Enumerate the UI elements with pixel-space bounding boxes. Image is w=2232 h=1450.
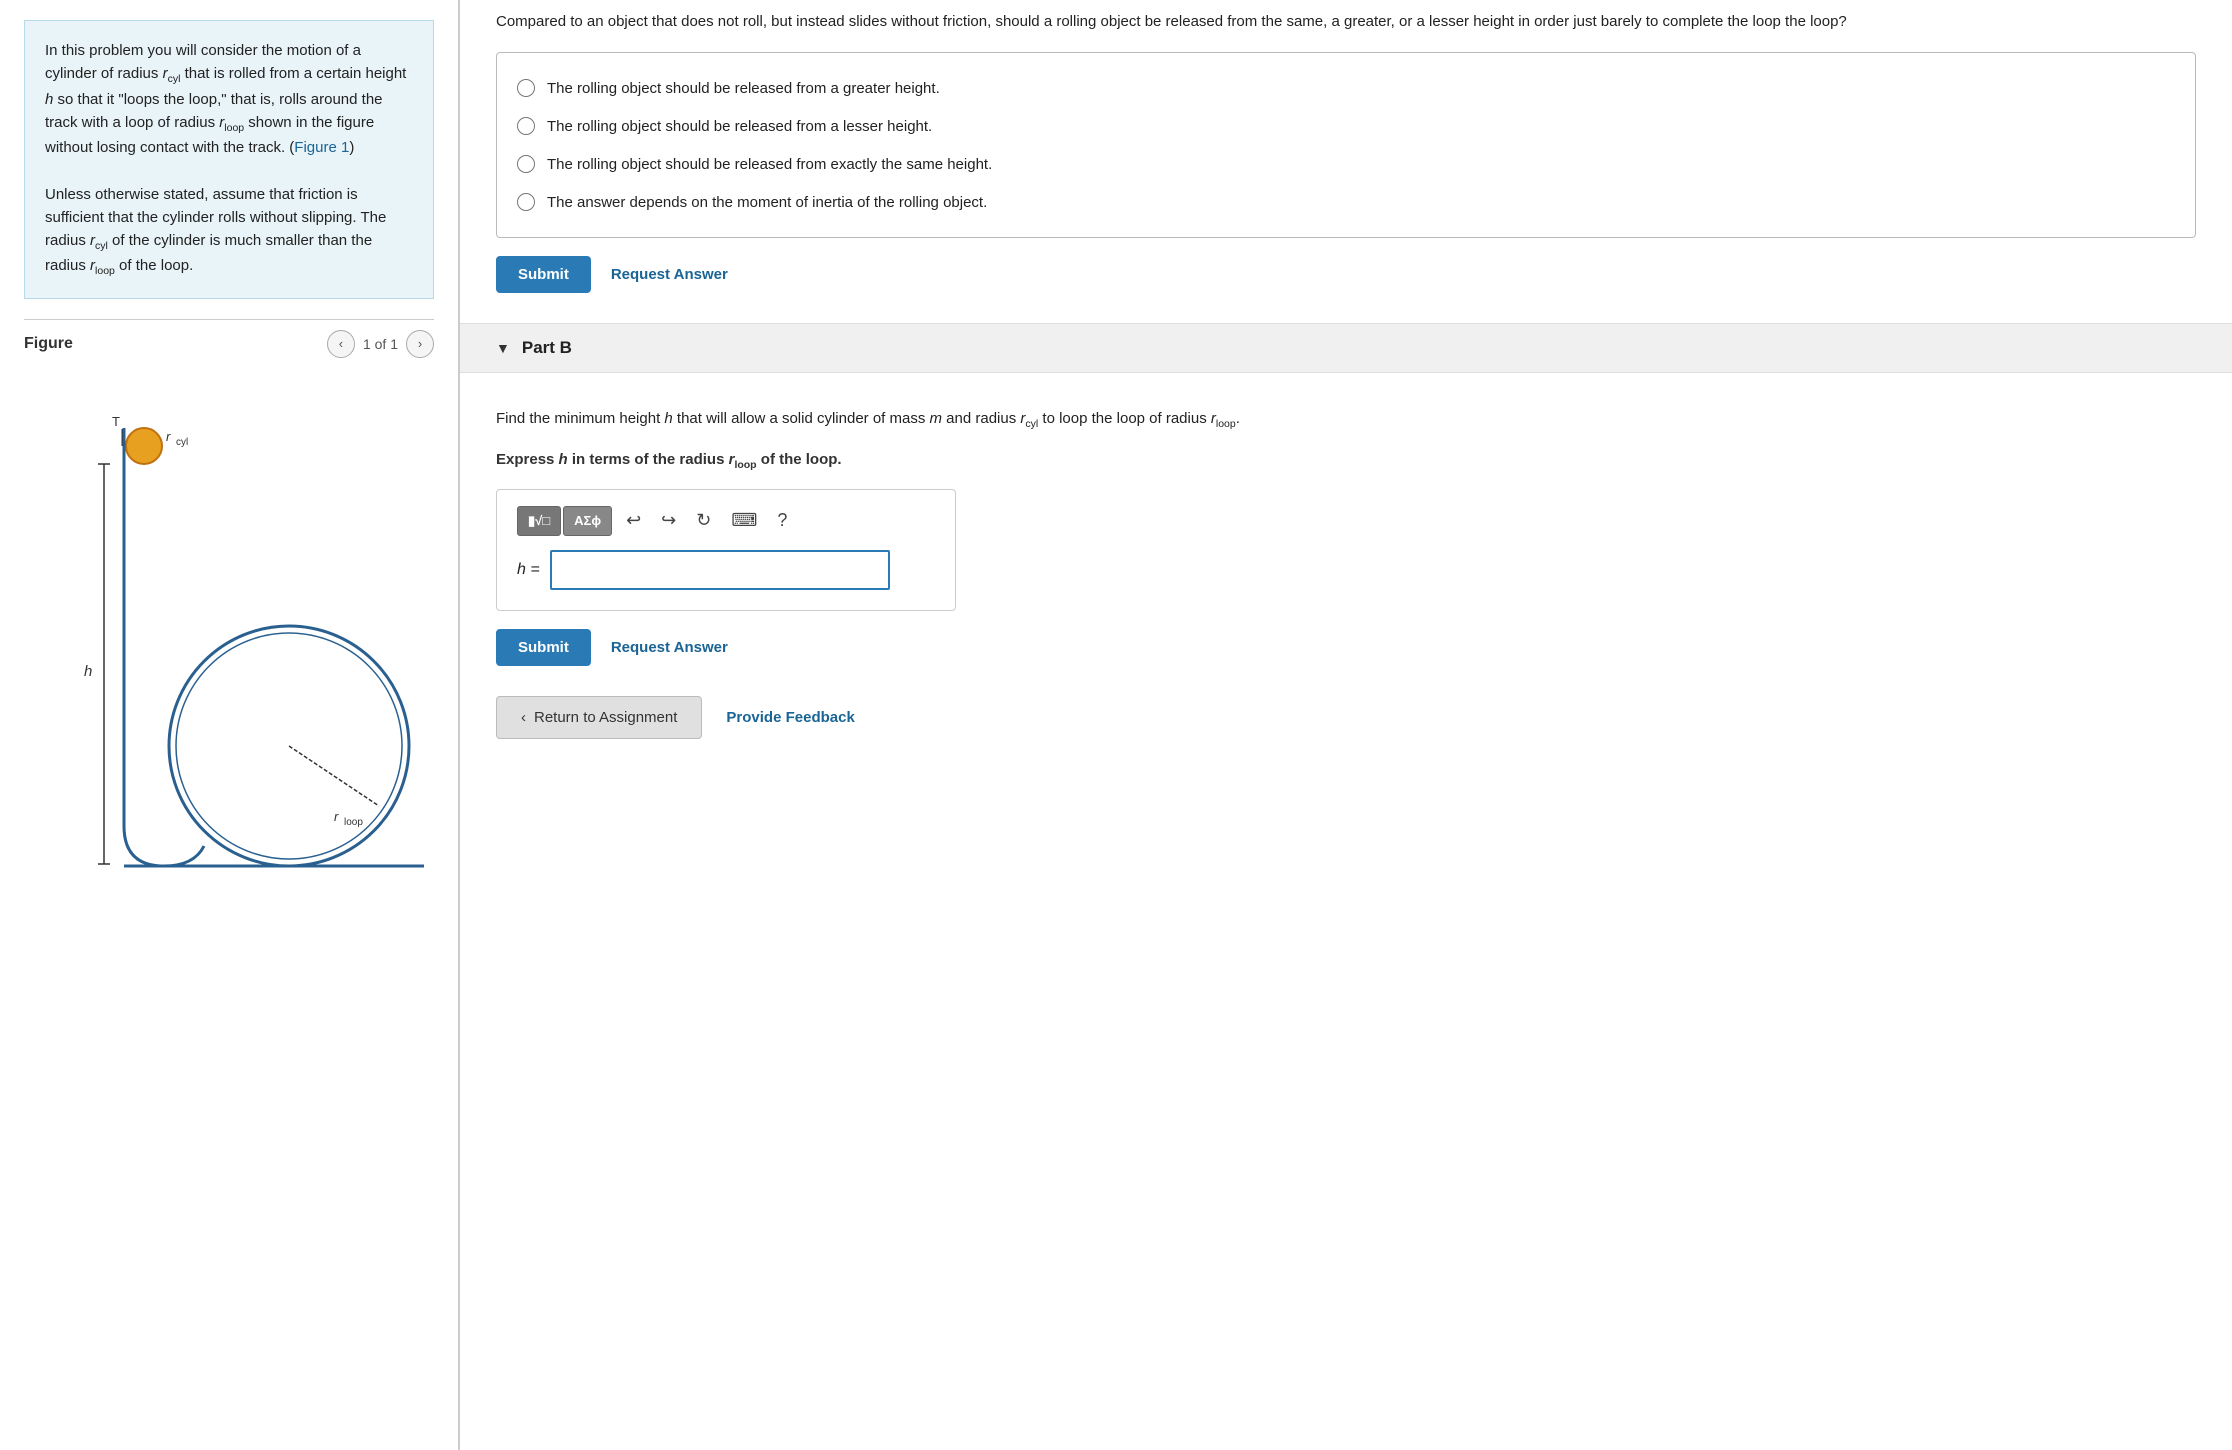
- rloop-label: r: [334, 809, 339, 824]
- option-2-text: The rolling object should be released fr…: [547, 118, 932, 135]
- problem-paragraph-2: Unless otherwise stated, assume that fri…: [45, 183, 413, 280]
- figure-prev-button[interactable]: ‹: [327, 330, 355, 358]
- figure-link[interactable]: Figure 1: [294, 139, 349, 156]
- math-answer-input[interactable]: [550, 550, 890, 590]
- figure-section: Figure ‹ 1 of 1 › r cyl: [24, 319, 434, 1430]
- part-b-section: Find the minimum height h that will allo…: [496, 397, 2196, 666]
- rloop-indicator: [289, 746, 379, 806]
- option-3[interactable]: The rolling object should be released fr…: [517, 145, 2175, 183]
- option-1[interactable]: The rolling object should be released fr…: [517, 69, 2175, 107]
- figure-navigation: ‹ 1 of 1 ›: [327, 330, 434, 358]
- part-a-submit-button[interactable]: Submit: [496, 256, 591, 293]
- math-toolbar: ▮√□ ΑΣϕ ↩ ↪ ↻ ⌨ ?: [517, 506, 935, 536]
- right-panel: Compared to an object that does not roll…: [460, 0, 2232, 1450]
- figure-svg: r cyl r loop: [24, 366, 434, 966]
- rloop-sub: loop: [344, 817, 363, 828]
- option-3-text: The rolling object should be released fr…: [547, 156, 992, 173]
- top-t-label: T: [112, 414, 120, 429]
- part-a-section: Compared to an object that does not roll…: [496, 0, 2196, 293]
- return-to-assignment-button[interactable]: ‹ Return to Assignment: [496, 696, 702, 739]
- option-3-radio[interactable]: [517, 155, 535, 173]
- problem-description: In this problem you will consider the mo…: [24, 20, 434, 299]
- part-a-request-answer-link[interactable]: Request Answer: [611, 266, 728, 283]
- figure-header: Figure ‹ 1 of 1 ›: [24, 320, 434, 366]
- part-b-title: Part B: [522, 338, 572, 358]
- figure-title: Figure: [24, 335, 73, 353]
- option-1-text: The rolling object should be released fr…: [547, 80, 940, 97]
- part-b-express: Express h in terms of the radius rloop o…: [496, 451, 2196, 471]
- option-2[interactable]: The rolling object should be released fr…: [517, 107, 2175, 145]
- option-4-text: The answer depends on the moment of iner…: [547, 194, 987, 211]
- part-a-actions: Submit Request Answer: [496, 256, 2196, 293]
- problem-paragraph-1: In this problem you will consider the mo…: [45, 39, 413, 159]
- rcyl-label: r: [166, 429, 171, 444]
- figure-diagram: r cyl r loop: [24, 366, 434, 986]
- part-b-header[interactable]: ▼ Part B: [460, 323, 2232, 373]
- ramp-curve: [124, 826, 204, 866]
- fraction-sqrt-button[interactable]: ▮√□: [517, 506, 561, 536]
- option-2-radio[interactable]: [517, 117, 535, 135]
- math-input-row: h =: [517, 550, 935, 590]
- acs-button[interactable]: ΑΣϕ: [563, 506, 612, 536]
- provide-feedback-link[interactable]: Provide Feedback: [726, 709, 854, 726]
- part-b-question: Find the minimum height h that will allo…: [496, 397, 2196, 433]
- h-equals-label: h =: [517, 561, 540, 579]
- option-1-radio[interactable]: [517, 79, 535, 97]
- figure-next-button[interactable]: ›: [406, 330, 434, 358]
- help-button[interactable]: ?: [771, 506, 793, 535]
- rcyl-sub: cyl: [176, 437, 188, 448]
- part-b-actions: Submit Request Answer: [496, 629, 2196, 666]
- part-b-submit-button[interactable]: Submit: [496, 629, 591, 666]
- undo-button[interactable]: ↩: [620, 506, 647, 535]
- redo-button[interactable]: ↪: [655, 506, 682, 535]
- math-btn-group: ▮√□ ΑΣϕ: [517, 506, 612, 536]
- option-4[interactable]: The answer depends on the moment of iner…: [517, 183, 2175, 221]
- math-input-container: ▮√□ ΑΣϕ ↩ ↪ ↻ ⌨ ? h =: [496, 489, 956, 611]
- option-4-radio[interactable]: [517, 193, 535, 211]
- h-label-fig: h: [84, 663, 92, 680]
- return-label: Return to Assignment: [534, 709, 677, 726]
- part-a-question: Compared to an object that does not roll…: [496, 0, 2196, 34]
- options-box: The rolling object should be released fr…: [496, 52, 2196, 238]
- part-b-request-answer-link[interactable]: Request Answer: [611, 639, 728, 656]
- return-arrow-icon: ‹: [521, 709, 526, 726]
- cylinder-ball: [126, 428, 162, 464]
- left-panel: In this problem you will consider the mo…: [0, 0, 460, 1450]
- bottom-bar: ‹ Return to Assignment Provide Feedback: [496, 696, 2196, 739]
- part-b-collapse-icon[interactable]: ▼: [496, 340, 510, 356]
- refresh-button[interactable]: ↻: [690, 506, 717, 535]
- figure-count: 1 of 1: [363, 336, 398, 352]
- keyboard-button[interactable]: ⌨: [725, 506, 763, 535]
